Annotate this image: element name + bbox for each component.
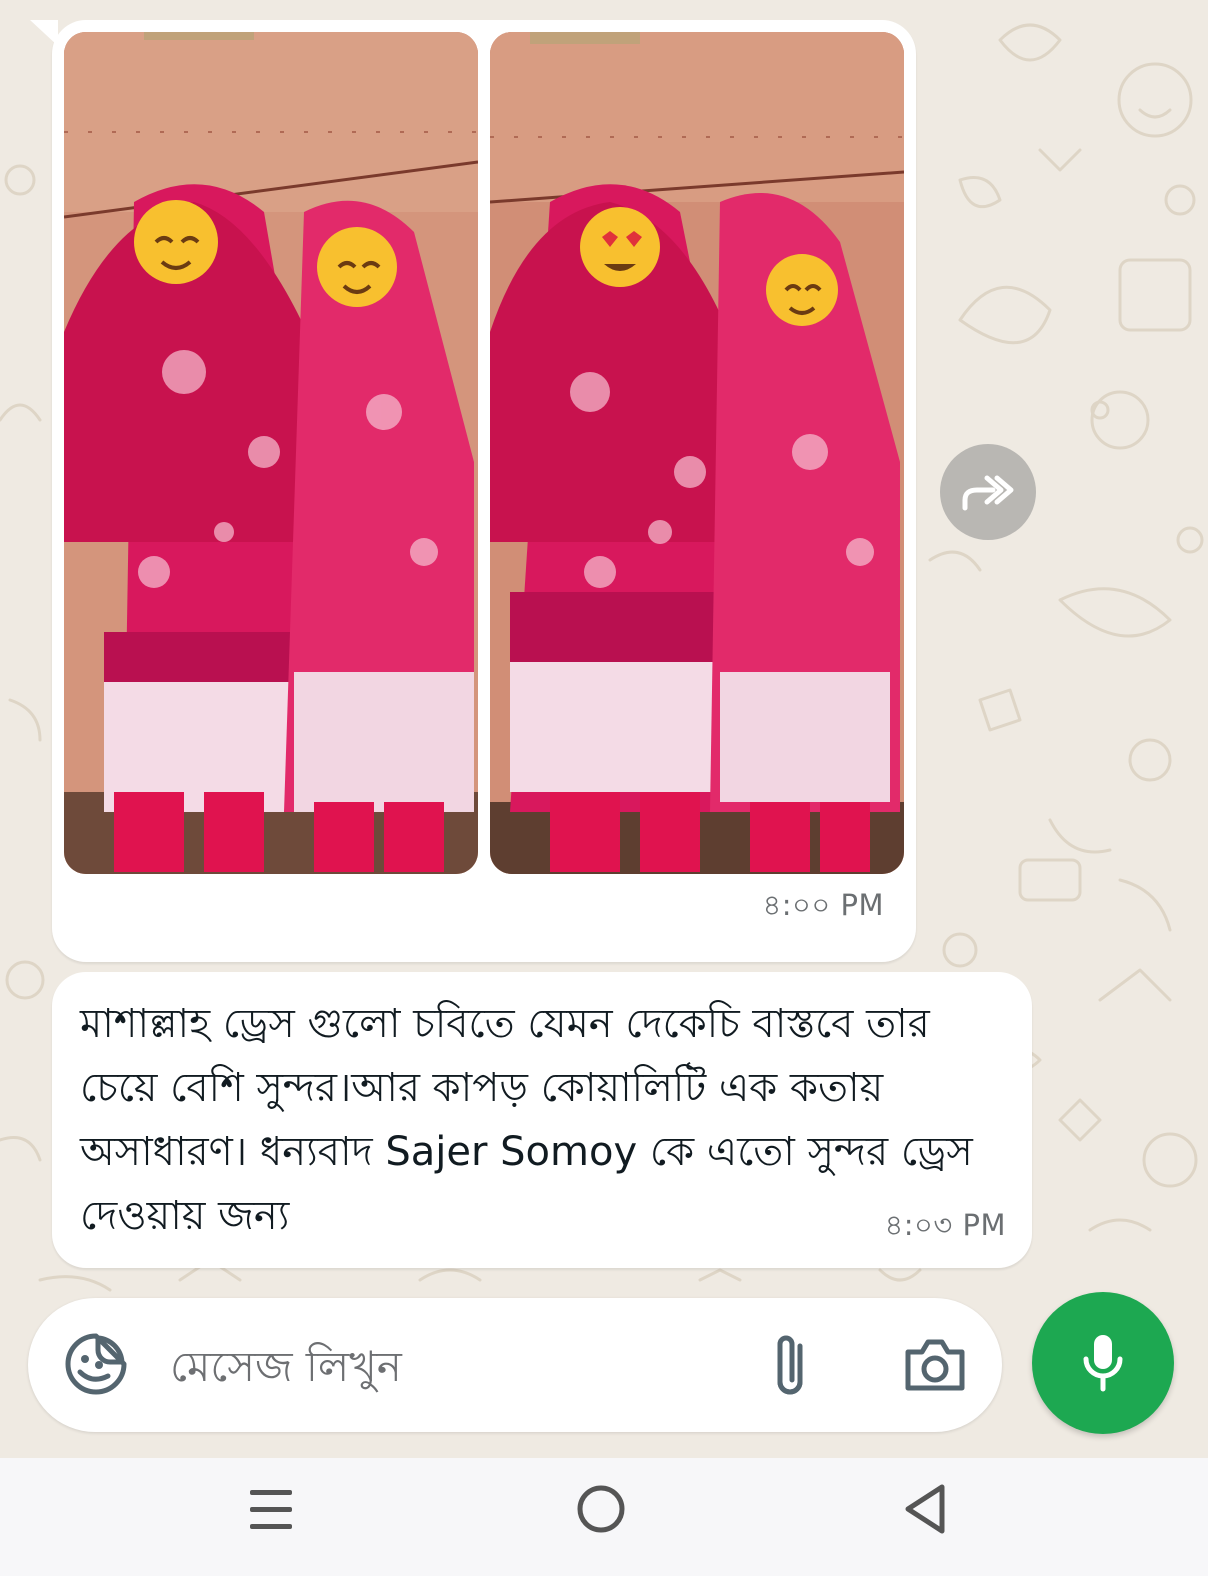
message-photo-1[interactable] [64,32,478,874]
message-timestamp: ৪:০০ PM [762,888,884,922]
text-message-bubble[interactable]: মাশাল্লাহ ড্রেস গুলো চবিতে যেমন দেকেচি ব… [52,972,1032,1268]
voice-message-button[interactable] [1032,1292,1174,1434]
message-text: মাশাল্লাহ ড্রেস গুলো চবিতে যেমন দেকেচি ব… [80,1001,973,1239]
message-timestamp: ৪:০৩ PM [884,1208,1006,1242]
microphone-icon [1083,1335,1123,1392]
message-composer [28,1298,1002,1432]
photo-two-women-in-pink-salwar-kameez [490,32,904,874]
paperclip-icon[interactable] [766,1330,814,1400]
recents-icon[interactable] [248,1486,294,1534]
message-input[interactable] [168,1326,732,1406]
home-icon[interactable] [576,1484,626,1534]
back-icon[interactable] [902,1482,948,1536]
image-message-bubble[interactable]: ৪:০০ PM [30,20,916,962]
system-navigation-bar [0,1458,1208,1576]
forward-button[interactable] [940,444,1036,540]
sticker-icon[interactable] [64,1332,128,1396]
bubble-tail [30,20,58,46]
camera-icon[interactable] [902,1334,968,1394]
message-photo-2[interactable] [490,32,904,874]
forward-icon [962,475,1014,511]
photo-two-women-in-pink-salwar-kameez [64,32,478,874]
